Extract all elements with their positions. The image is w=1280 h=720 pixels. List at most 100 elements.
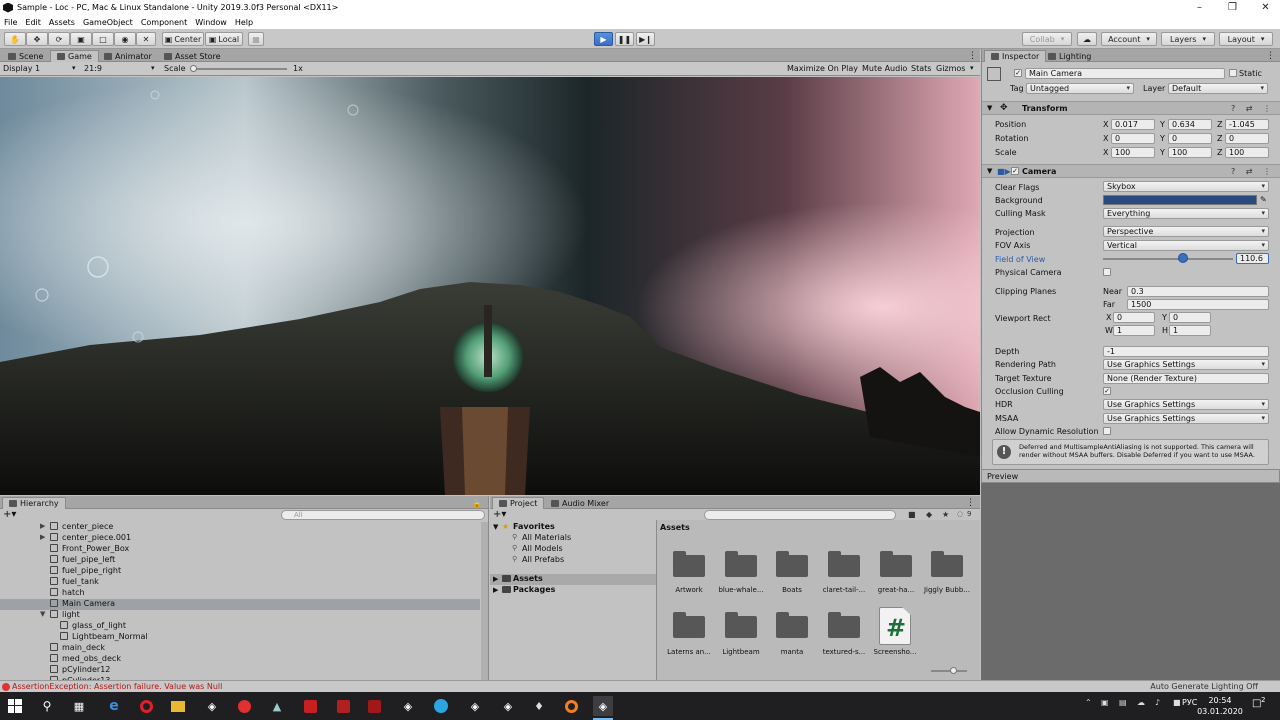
scale-slider-thumb[interactable] <box>190 65 197 72</box>
volume-icon[interactable]: ♪ <box>1155 698 1160 707</box>
unity-icon[interactable]: ◈ <box>465 696 485 716</box>
task-view-icon[interactable]: ▦ <box>69 696 89 716</box>
menu-help[interactable]: Help <box>231 18 257 27</box>
menu-window[interactable]: Window <box>191 18 231 27</box>
viewport-y-field[interactable]: 0 <box>1169 312 1211 323</box>
flash-icon[interactable] <box>300 696 320 716</box>
rotation-x-field[interactable]: 0 <box>1111 133 1155 144</box>
camera-foldout-icon[interactable]: ▼ <box>987 167 992 175</box>
hierarchy-item[interactable]: glass_of_light <box>0 621 480 632</box>
fov-slider-track[interactable] <box>1103 258 1233 260</box>
aspect-chevron-icon[interactable]: ▾ <box>151 64 155 72</box>
transform-tool-icon[interactable]: ◉ <box>114 32 136 46</box>
active-checkbox[interactable]: ✓ <box>1014 69 1022 77</box>
menu-edit[interactable]: Edit <box>21 18 45 27</box>
hierarchy-scrollbar[interactable] <box>481 522 488 680</box>
hierarchy-search-input[interactable]: All <box>281 510 485 520</box>
tab-inspector[interactable]: Inspector <box>984 50 1047 62</box>
tab-audio-mixer[interactable]: Audio Mixer <box>545 497 615 509</box>
eyedropper-icon[interactable]: ✎ <box>1260 195 1267 204</box>
hdr-dropdown[interactable]: Use Graphics Settings <box>1103 399 1269 410</box>
console-message[interactable]: AssertionException: Assertion failure. V… <box>12 682 222 691</box>
favorite-all-prefabs[interactable]: All Prefabs <box>522 555 564 564</box>
tab-lighting[interactable]: Lighting <box>1042 50 1097 62</box>
account-dropdown[interactable]: Account <box>1101 32 1157 46</box>
dota-icon[interactable] <box>364 696 384 716</box>
tab-scene[interactable]: Scene <box>2 50 49 62</box>
pivot-center-button[interactable]: ▣ Center <box>162 32 204 46</box>
project-search-input[interactable] <box>704 510 896 520</box>
far-field[interactable]: 1500 <box>1127 299 1269 310</box>
folder-icon[interactable] <box>880 551 912 577</box>
menu-component[interactable]: Component <box>137 18 191 27</box>
unity-editor-taskbar-icon[interactable]: ◈ <box>593 696 613 720</box>
viewport-w-field[interactable]: 1 <box>1113 325 1155 336</box>
unity-icon-2[interactable]: ◈ <box>498 696 518 716</box>
scale-z-field[interactable]: 100 <box>1225 147 1269 158</box>
scale-y-field[interactable]: 100 <box>1168 147 1212 158</box>
gimp-icon[interactable]: ♦ <box>529 696 549 716</box>
camera-header[interactable]: ▼ ■▶ ✓ Camera ? ⇄ ⋮ <box>982 164 1280 178</box>
fov-field[interactable]: 110.6 <box>1236 253 1269 264</box>
project-menu-icon[interactable]: ⋮ <box>960 497 981 509</box>
step-button[interactable]: ▶❙ <box>636 32 655 46</box>
clear-flags-dropdown[interactable]: Skybox <box>1103 181 1269 192</box>
custom-tool-icon[interactable]: ✕ <box>136 32 156 46</box>
play-button[interactable]: ▶ <box>594 32 613 46</box>
filter-by-type-icon[interactable]: ■ <box>908 510 916 519</box>
blender-icon[interactable] <box>561 696 581 716</box>
nvidia-icon[interactable]: ■ <box>1173 698 1181 707</box>
hierarchy-item[interactable]: fuel_pipe_left <box>0 555 480 566</box>
fov-slider-thumb[interactable] <box>1178 253 1189 263</box>
rotate-tool-icon[interactable]: ⟳ <box>48 32 70 46</box>
collapse-arrow-icon[interactable]: ▼ <box>40 610 45 618</box>
move-tool-icon[interactable]: ✥ <box>26 32 48 46</box>
assets-arrow-icon[interactable]: ▶ <box>493 575 498 583</box>
scale-x-field[interactable]: 100 <box>1111 147 1155 158</box>
hierarchy-item[interactable]: hatch <box>0 588 480 599</box>
viewport-x-field[interactable]: 0 <box>1113 312 1155 323</box>
tab-game[interactable]: Game <box>50 50 99 62</box>
position-z-field[interactable]: -1.045 <box>1225 119 1269 130</box>
network-icon[interactable]: ▤ <box>1119 698 1127 707</box>
vs-icon[interactable]: ◈ <box>398 696 418 716</box>
hidden-packages-icon[interactable]: ◌ <box>957 510 963 518</box>
favorite-star-icon[interactable]: ★ <box>942 510 949 519</box>
target-texture-field[interactable]: None (Render Texture) <box>1103 373 1269 384</box>
stats-toggle[interactable]: Stats <box>911 64 931 73</box>
maximize-on-play-toggle[interactable]: Maximize On Play <box>787 64 858 73</box>
create-button[interactable]: +▾ <box>3 509 16 520</box>
depth-field[interactable]: -1 <box>1103 346 1269 357</box>
pause-button[interactable]: ❚❚ <box>615 32 634 46</box>
hierarchy-item[interactable]: ▶ center_piece <box>0 522 480 533</box>
assets-folder-row[interactable]: ▶ Assets <box>490 574 656 585</box>
hierarchy-item[interactable]: fuel_tank <box>0 577 480 588</box>
game-view[interactable] <box>0 77 980 495</box>
gizmos-dropdown[interactable]: Gizmos <box>936 64 965 73</box>
csharp-script-icon[interactable]: # <box>879 607 911 645</box>
hierarchy-item[interactable]: pCylinder12 <box>0 665 480 676</box>
msaa-dropdown[interactable]: Use Graphics Settings <box>1103 413 1269 424</box>
aspect-dropdown[interactable]: 21:9 <box>84 64 102 73</box>
icon-size-slider[interactable] <box>931 670 967 672</box>
hierarchy-item[interactable]: Lightbeam_Normal <box>0 632 480 643</box>
filezilla-icon[interactable] <box>333 696 353 716</box>
object-name-field[interactable]: Main Camera <box>1025 68 1225 79</box>
app-icon[interactable]: ▲ <box>267 696 287 716</box>
lock-icon[interactable]: 🔒 <box>466 497 488 509</box>
antivirus-icon[interactable] <box>234 696 254 716</box>
folder-icon[interactable] <box>673 612 705 638</box>
windows-start-icon[interactable] <box>5 696 25 716</box>
folder-icon[interactable] <box>725 551 757 577</box>
close-icon[interactable]: ✕ <box>1249 0 1280 15</box>
position-x-field[interactable]: 0.017 <box>1111 119 1155 130</box>
layout-dropdown[interactable]: Layout <box>1219 32 1273 46</box>
folder-icon[interactable] <box>931 551 963 577</box>
folder-icon[interactable] <box>776 612 808 638</box>
hierarchy-item[interactable]: fuel_pipe_right <box>0 566 480 577</box>
transform-foldout-icon[interactable]: ▼ <box>987 104 992 112</box>
search-icon[interactable]: ⚲ <box>37 696 57 716</box>
culling-mask-dropdown[interactable]: Everything <box>1103 208 1269 219</box>
hierarchy-item[interactable]: main_deck <box>0 643 480 654</box>
menu-gameobject[interactable]: GameObject <box>79 18 137 27</box>
